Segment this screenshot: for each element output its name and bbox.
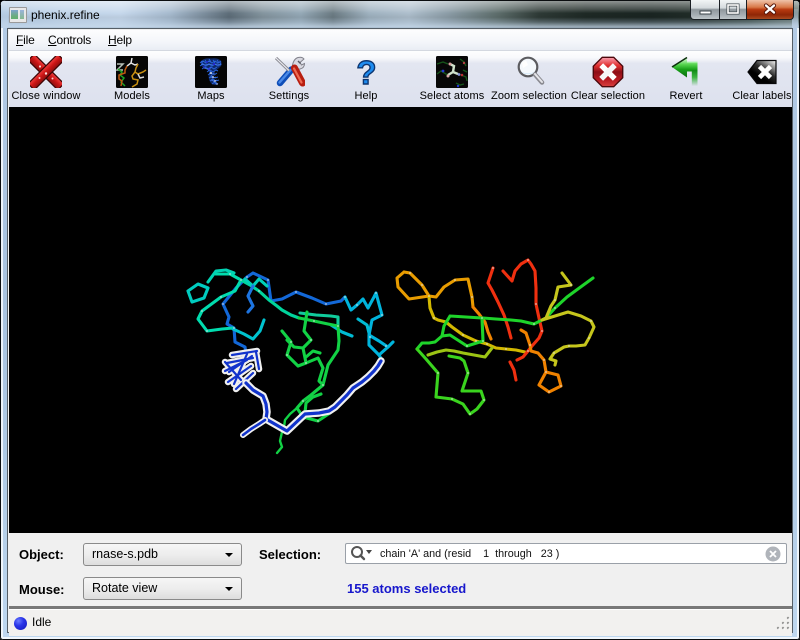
svg-text:?: ?	[356, 56, 376, 88]
